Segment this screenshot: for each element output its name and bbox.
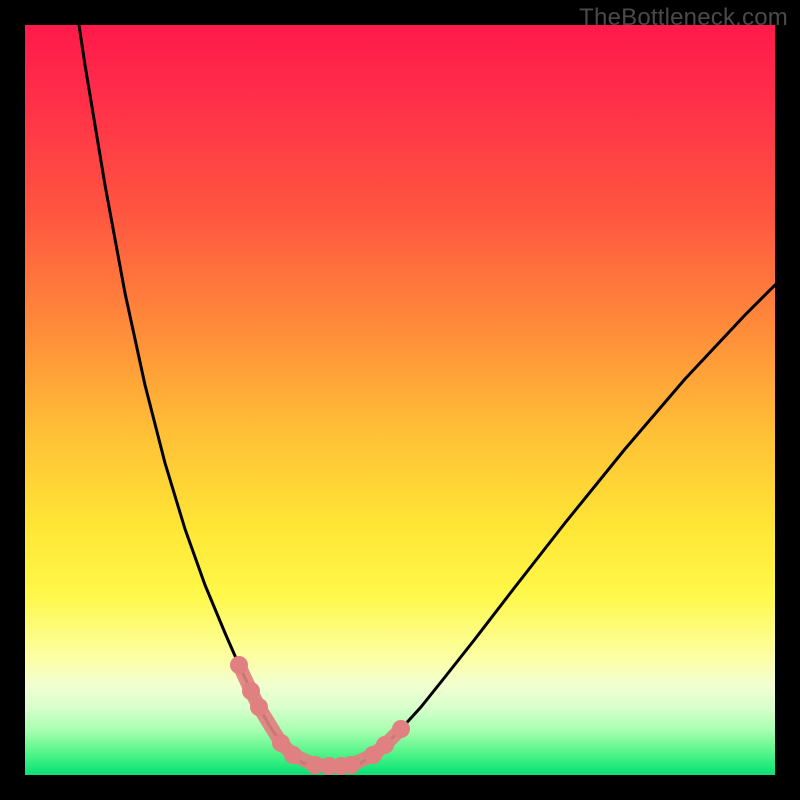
marker-dot [392, 720, 410, 738]
chart-frame: TheBottleneck.com [0, 0, 800, 800]
marker-dot [376, 736, 394, 754]
marker-dot [250, 698, 268, 716]
bottleneck-curve [79, 25, 775, 766]
plot-area [25, 25, 775, 775]
curve-layer [25, 25, 775, 775]
marker-dot [284, 746, 302, 764]
marker-dot [230, 656, 248, 674]
marker-dot [242, 682, 260, 700]
marker-dot [342, 756, 360, 774]
watermark-text: TheBottleneck.com [579, 4, 788, 32]
